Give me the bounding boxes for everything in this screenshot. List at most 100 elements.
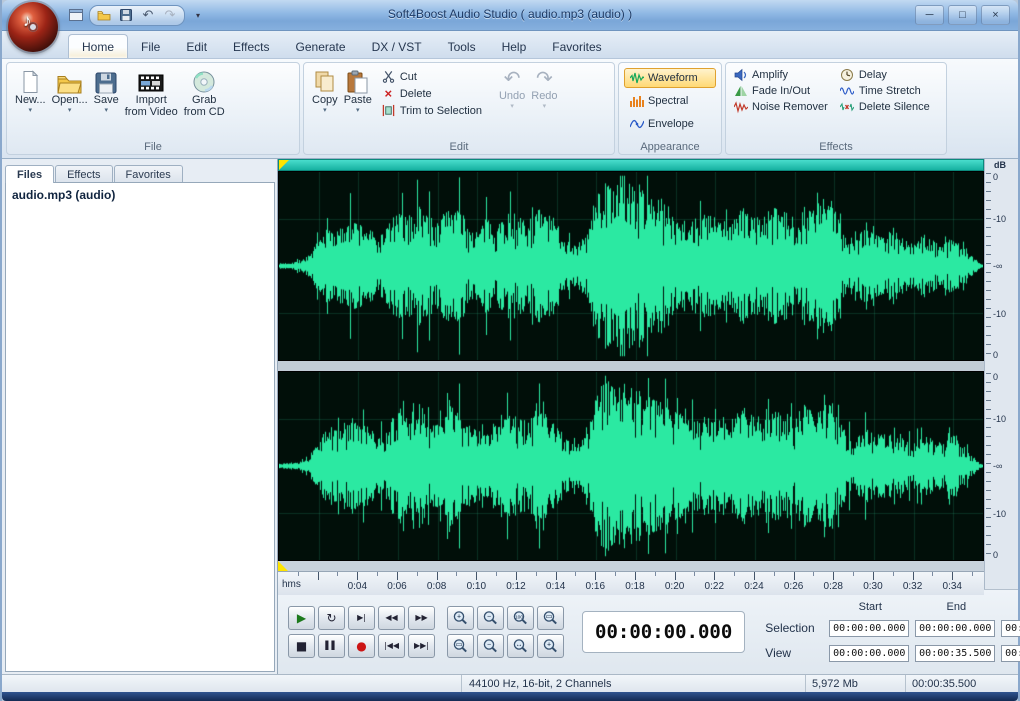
- redo-quick-icon[interactable]: ↷: [160, 7, 180, 24]
- maximize-button[interactable]: □: [948, 5, 977, 25]
- zoom-in-vertical-button[interactable]: +: [537, 634, 564, 658]
- timeline-tick: [853, 572, 854, 576]
- tab-tools[interactable]: Tools: [435, 35, 489, 58]
- time-stretch-icon: [840, 84, 855, 98]
- tab-generate[interactable]: Generate: [283, 35, 359, 58]
- play-selection-button[interactable]: ▶|: [348, 606, 375, 630]
- new-dropdown-icon[interactable]: ▾: [29, 108, 33, 113]
- qat-dropdown-icon[interactable]: ▾: [188, 7, 208, 24]
- record-button[interactable]: ●: [348, 634, 375, 658]
- waveform-channel-1[interactable]: [278, 171, 984, 361]
- tab-home[interactable]: Home: [68, 34, 128, 58]
- sidebar-tab-effects[interactable]: Effects: [55, 165, 112, 183]
- db-scale-label: 0: [993, 550, 998, 560]
- skip-to-start-button[interactable]: |◀◀: [378, 634, 405, 658]
- delete-silence-button[interactable]: Delete Silence: [838, 100, 932, 114]
- selection-start-input[interactable]: [829, 620, 909, 637]
- svg-text:+: +: [547, 642, 551, 649]
- copy-dropdown-icon[interactable]: ▾: [323, 108, 327, 113]
- play-button[interactable]: ▶: [288, 606, 315, 630]
- view-length-input[interactable]: [1001, 645, 1020, 662]
- zoom-out-full-button[interactable]: ▭: [447, 634, 474, 658]
- zoom-selection-button[interactable]: ▭: [537, 606, 564, 630]
- rewind-button[interactable]: ◀◀: [378, 606, 405, 630]
- view-end-input[interactable]: [915, 645, 995, 662]
- zoom-horizontal-button[interactable]: ↔: [507, 634, 534, 658]
- save-button[interactable]: Save ▾: [91, 66, 122, 115]
- loop-button[interactable]: ↻: [318, 606, 345, 630]
- timeline-tick: [298, 572, 299, 576]
- grab-from-cd-button[interactable]: Grab from CD: [181, 66, 228, 120]
- title-bar[interactable]: ↶ ↷ ▾ Soft4Boost Audio Studio ( audio.mp…: [2, 0, 1018, 31]
- cut-button[interactable]: Cut: [379, 69, 484, 84]
- selection-marker-top[interactable]: [279, 160, 289, 170]
- save-quick-icon[interactable]: [116, 7, 136, 24]
- tab-help[interactable]: Help: [489, 35, 540, 58]
- open-button[interactable]: Open... ▾: [49, 66, 91, 115]
- zoom-in-button[interactable]: +: [447, 606, 474, 630]
- time-unit-label: hms: [282, 579, 301, 590]
- overview-scrollbar[interactable]: [278, 159, 984, 171]
- db-scale-channel-2: 0-10-∞-100: [985, 371, 1018, 561]
- timeline-tick: [873, 572, 874, 580]
- delay-button[interactable]: Delay: [838, 68, 932, 82]
- tab-dx-vst[interactable]: DX / VST: [359, 35, 435, 58]
- waveform-channel-2[interactable]: [278, 371, 984, 561]
- timeline-tick: [357, 572, 358, 580]
- zoom-out-vertical-button[interactable]: −: [477, 634, 504, 658]
- db-scale-label: -10: [993, 509, 1006, 519]
- undo-button[interactable]: ↶ Undo ▾: [496, 66, 528, 111]
- tab-file[interactable]: File: [128, 35, 173, 58]
- paste-dropdown-icon[interactable]: ▾: [356, 108, 360, 113]
- spectral-view-button[interactable]: Spectral: [624, 91, 716, 111]
- copy-button[interactable]: Copy ▾: [309, 66, 341, 115]
- envelope-view-button[interactable]: Envelope: [624, 114, 716, 134]
- app-window-icon[interactable]: [66, 7, 86, 24]
- stop-button[interactable]: ■: [288, 634, 315, 658]
- group-label-file: File: [7, 141, 299, 153]
- waveform-view-button[interactable]: Waveform: [624, 68, 716, 88]
- timeline-tick-label: 0:18: [625, 581, 644, 592]
- tab-favorites[interactable]: Favorites: [539, 35, 614, 58]
- svg-text:▭: ▭: [456, 642, 463, 649]
- tab-edit[interactable]: Edit: [173, 35, 220, 58]
- selection-end-input[interactable]: [915, 620, 995, 637]
- noise-remover-button[interactable]: Noise Remover: [731, 100, 830, 114]
- open-quick-icon[interactable]: [94, 7, 114, 24]
- app-logo-icon[interactable]: [8, 2, 58, 52]
- view-start-input[interactable]: [829, 645, 909, 662]
- selection-marker-bottom[interactable]: [278, 561, 288, 571]
- skip-to-end-button[interactable]: ▶▶|: [408, 634, 435, 658]
- pause-button[interactable]: ▌▌: [318, 634, 345, 658]
- svg-text:+: +: [457, 614, 461, 621]
- trim-to-selection-button[interactable]: Trim to Selection: [379, 103, 484, 118]
- fast-forward-button[interactable]: ▶▶: [408, 606, 435, 630]
- zoom-out-button[interactable]: −: [477, 606, 504, 630]
- delete-button[interactable]: × Delete: [379, 86, 484, 101]
- sidebar-tab-files[interactable]: Files: [5, 165, 54, 183]
- db-scale-label: -10: [993, 214, 1006, 224]
- sidebar-tab-favorites[interactable]: Favorites: [114, 165, 183, 183]
- amplify-button[interactable]: Amplify: [731, 68, 830, 82]
- save-icon: [95, 68, 117, 94]
- close-button[interactable]: ×: [981, 5, 1010, 25]
- time-stretch-button[interactable]: Time Stretch: [838, 84, 932, 98]
- fade-in-out-button[interactable]: Fade In/Out: [731, 84, 830, 98]
- import-from-video-button[interactable]: Import from Video: [122, 66, 181, 120]
- timeline-tick: [556, 572, 557, 580]
- file-list-item[interactable]: audio.mp3 (audio): [6, 183, 274, 207]
- save-dropdown-icon[interactable]: ▾: [104, 108, 108, 113]
- timeline-tick-label: 0:26: [784, 581, 803, 592]
- redo-button[interactable]: ↷ Redo ▾: [528, 66, 560, 111]
- undo-quick-icon[interactable]: ↶: [138, 7, 158, 24]
- db-scale-label: -∞: [993, 461, 1002, 471]
- timeline-tick: [655, 572, 656, 576]
- tab-effects[interactable]: Effects: [220, 35, 282, 58]
- new-button[interactable]: New... ▾: [12, 66, 49, 115]
- selection-length-input[interactable]: [1001, 620, 1020, 637]
- minimize-button[interactable]: ─: [915, 5, 944, 25]
- zoom-100-button[interactable]: 100: [507, 606, 534, 630]
- paste-button[interactable]: Paste ▾: [341, 66, 375, 115]
- open-dropdown-icon[interactable]: ▾: [68, 108, 72, 113]
- time-ruler[interactable]: hms 0:040:060:080:100:120:140:160:180:20…: [278, 571, 984, 595]
